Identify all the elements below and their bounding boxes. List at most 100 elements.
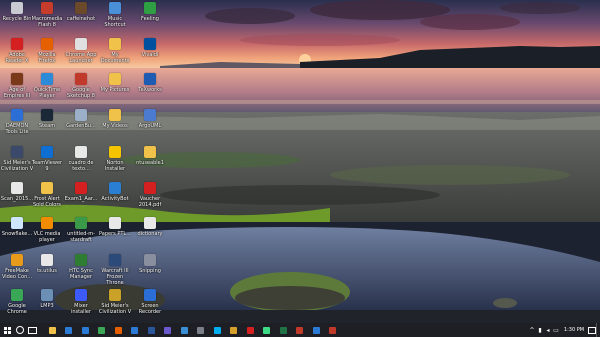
desktop-icon[interactable]: TeamViewer 9 (30, 145, 64, 183)
desktop-icon[interactable]: Frost Alert Sold Colors (30, 181, 64, 219)
desktop-icon-label: Frost Alert Sold Colors (32, 196, 62, 208)
desktop-icon[interactable]: ntuseable1 (133, 145, 167, 183)
desktop-icon[interactable]: Exam1_Aar... (64, 181, 98, 219)
desktop-icon[interactable]: Macromedia Flash 8 (30, 1, 64, 39)
desktop-icon-label: cuadro de texto... (68, 160, 94, 172)
desktop-icon[interactable]: TeXworks (133, 72, 167, 110)
taskbar-app-button[interactable] (176, 323, 193, 337)
desktop-icon[interactable]: GardenBu... (64, 108, 98, 146)
desktop-icon[interactable]: Vivaldi (133, 37, 167, 75)
desktop-icon[interactable]: Snowflake... (0, 216, 34, 254)
taskbar-app-button[interactable] (308, 323, 325, 337)
keyboard-icon[interactable]: ▭ (552, 323, 560, 337)
desktop-icon[interactable]: Snipping (133, 253, 167, 291)
show-desktop-button[interactable] (596, 323, 600, 337)
desktop-icon[interactable]: VLC media player (30, 216, 64, 254)
desktop-icon-label: My Videos (102, 123, 128, 129)
clock[interactable]: 1:30 PM (560, 327, 588, 333)
task-view-button[interactable] (26, 323, 38, 337)
search-icon (16, 326, 24, 334)
taskbar-app-button[interactable] (160, 323, 177, 337)
adobe-reader-icon (11, 38, 23, 50)
start-button[interactable] (0, 323, 14, 337)
daemon-tools-icon (11, 109, 23, 121)
desktop-icon[interactable]: ts.utilus (30, 253, 64, 291)
desktop-icon[interactable]: Adobe Reader X (0, 37, 34, 75)
desktop-icon[interactable]: DAEMON Tools Lite (0, 108, 34, 146)
taskbar-app-button[interactable] (143, 323, 160, 337)
taskbar-app-button[interactable] (61, 323, 78, 337)
desktop-icon-label: HTC Sync Manager (69, 268, 93, 280)
desktop-icon[interactable]: Recycle Bin (0, 1, 34, 39)
word-icon (147, 326, 155, 334)
desktop-icon[interactable]: Google Chrome (0, 288, 34, 326)
desktop-icon[interactable]: ArgoUML (133, 108, 167, 146)
taskbar-app-button[interactable] (44, 323, 61, 337)
network-icon[interactable]: ▮ (536, 323, 544, 337)
document-icon (11, 182, 23, 194)
desktop-icon[interactable]: Chrome App Launcher (64, 37, 98, 75)
volume-icon[interactable]: ◂ (544, 323, 552, 337)
desktop-icon[interactable]: Papers PTL... (98, 216, 132, 254)
action-center-button[interactable] (588, 323, 596, 337)
firefox-icon (114, 326, 122, 334)
taskbar-app-button[interactable] (77, 323, 94, 337)
desktop-icon[interactable]: HTC Sync Manager (64, 253, 98, 291)
desktop-icon[interactable]: Age of Empires III (0, 72, 34, 110)
desktop-icon[interactable]: Steam (30, 108, 64, 146)
taskbar-app-button[interactable] (292, 323, 309, 337)
taskbar (0, 323, 600, 337)
pdf-icon (75, 182, 87, 194)
notifications-icon (588, 326, 596, 334)
desktop-icon-label: Norton Installer (104, 160, 126, 172)
desktop-icon[interactable]: dictionary (133, 216, 167, 254)
search-button[interactable] (14, 323, 26, 337)
desktop-icon[interactable]: Mozilla Firefox (30, 37, 64, 75)
desktop-icon-label: My Pictures (100, 87, 130, 93)
taskbar-app-button[interactable] (127, 323, 144, 337)
taskbar-app-button[interactable] (110, 323, 127, 337)
taskbar-app-button[interactable] (193, 323, 210, 337)
desktop-icon-label: Sid Meier's Civilization V (0, 160, 34, 172)
taskbar-app-button[interactable] (209, 323, 226, 337)
desktop-icon[interactable]: cuadro de texto... (64, 145, 98, 183)
calculator-icon (197, 326, 205, 334)
desktop-icon[interactable]: My Videos (98, 108, 132, 146)
desktop-icon-label: Scan_2015... (0, 196, 34, 202)
desktop-icon[interactable]: QuickTime Player (30, 72, 64, 110)
desktop-icon[interactable]: Norton Installer (98, 145, 132, 183)
taskbar-app-button[interactable] (259, 323, 276, 337)
show-hidden-icons-button[interactable]: ^ (528, 323, 536, 337)
sketchup-icon (75, 73, 87, 85)
clock-time: 1:30 PM (563, 327, 585, 333)
taskbar-app-button[interactable] (94, 323, 111, 337)
desktop-icon[interactable]: FreeMake Video Con... (0, 253, 34, 291)
taskbar-app-button[interactable] (242, 323, 259, 337)
desktop-icon[interactable]: My Documents (98, 37, 132, 75)
argouml-icon (144, 109, 156, 121)
taskbar-app-button[interactable] (275, 323, 292, 337)
desktop-icon-label: GardenBu... (66, 123, 96, 129)
desktop-icon[interactable]: Feeling (133, 1, 167, 39)
desktop-icon[interactable]: Music Shortcut (98, 1, 132, 39)
desktop-icon[interactable]: Sid Meier's Civilization V (0, 145, 34, 183)
android-studio-icon (263, 326, 271, 334)
quicktime-icon (41, 73, 53, 85)
desktop-icon[interactable]: ActivityBot (98, 181, 132, 219)
activitybot-icon (109, 182, 121, 194)
taskbar-app-button[interactable] (325, 323, 342, 337)
desktop-icon[interactable]: LMP3 (30, 288, 64, 326)
desktop-icon[interactable]: Sid Meier's Civilization V (98, 288, 132, 326)
taskbar-app-button[interactable] (226, 323, 243, 337)
desktop-icon[interactable]: Scan_2015... (0, 181, 34, 219)
desktop-icon[interactable]: Vaucher 2014.pdf (133, 181, 167, 219)
desktop-icon[interactable]: Google Sketchup 8 (64, 72, 98, 110)
desktop-icon[interactable]: untitled-m-stardraft (64, 216, 98, 254)
desktop-icon[interactable]: Mixer installer (64, 288, 98, 326)
desktop-icon[interactable]: Screen Recorder (133, 288, 167, 326)
store-icon (81, 326, 89, 334)
desktop-icon[interactable]: caffeinehot (64, 1, 98, 39)
texworks-icon (144, 73, 156, 85)
desktop-icon[interactable]: Warcraft III Frozen Throne (98, 253, 132, 291)
desktop-icon[interactable]: My Pictures (98, 72, 132, 110)
